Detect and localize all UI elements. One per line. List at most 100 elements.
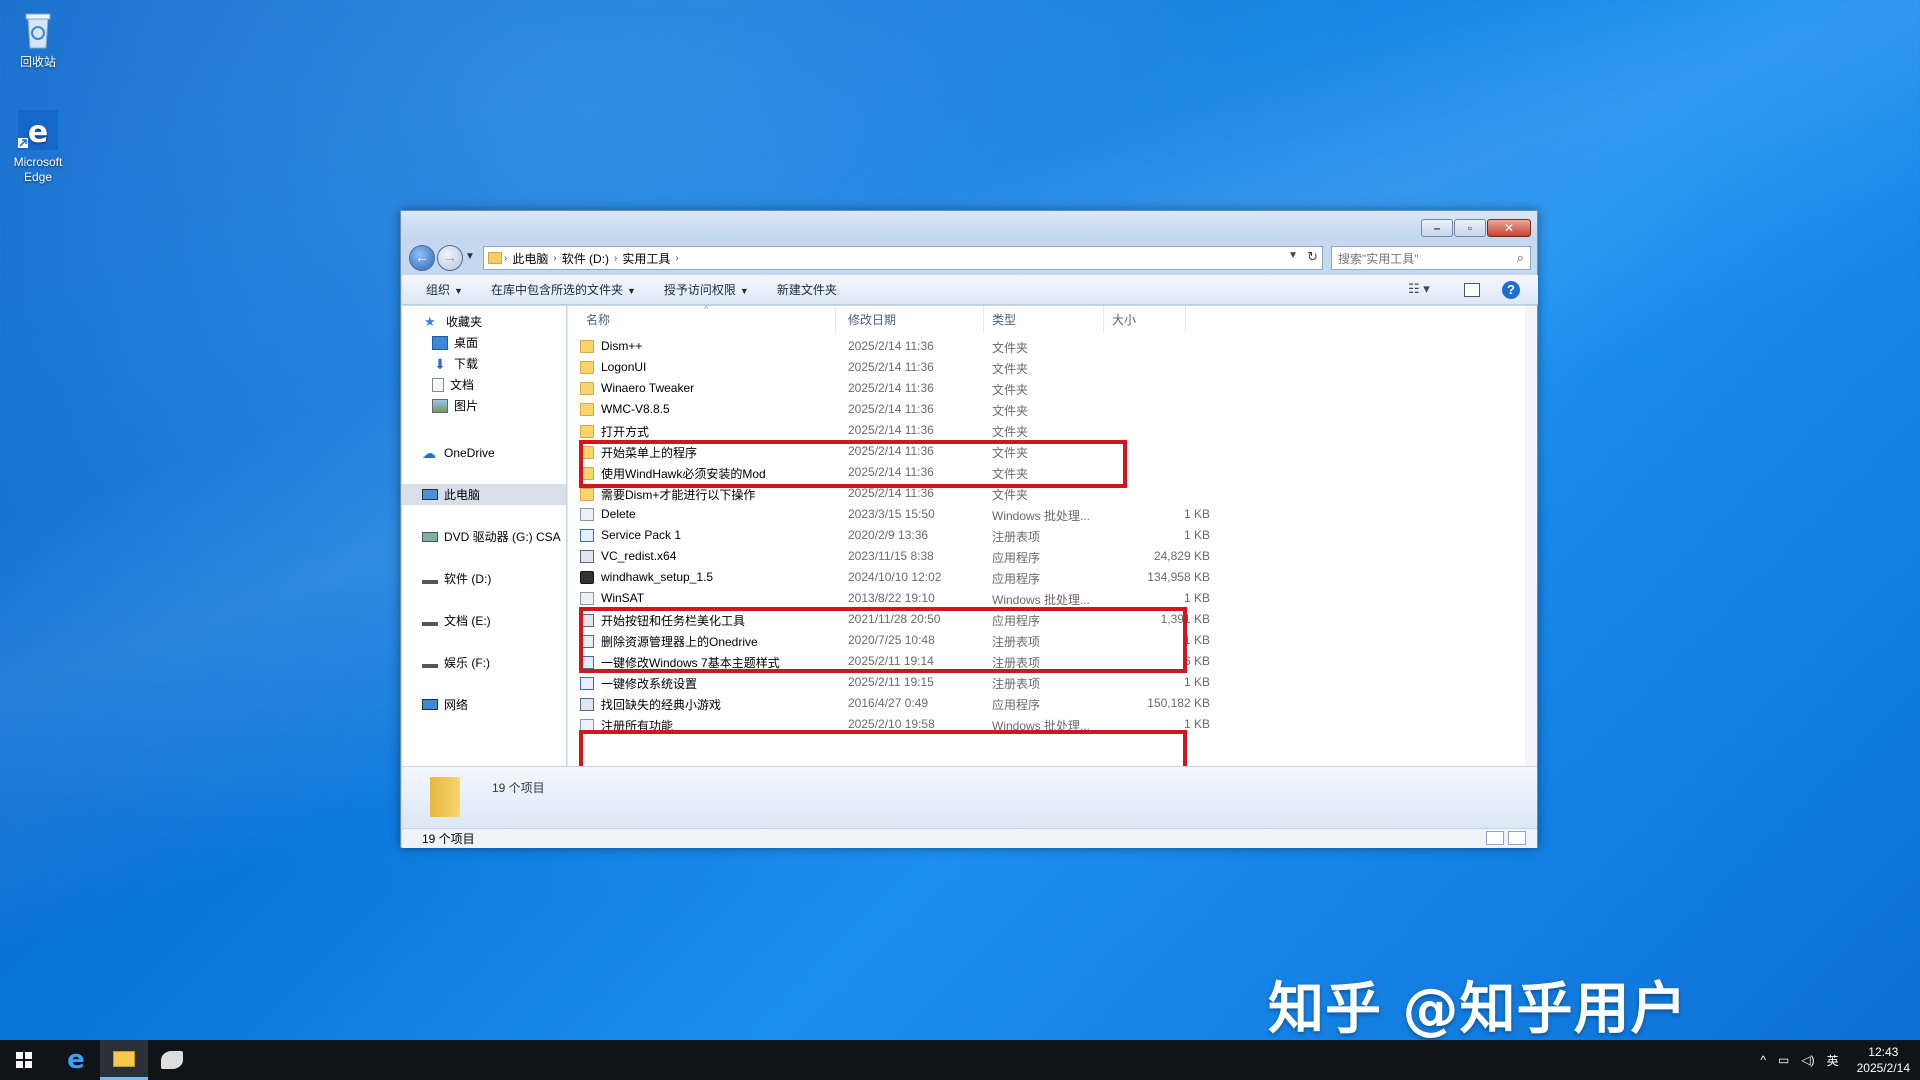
details-view-icon[interactable] (1486, 831, 1504, 845)
back-button[interactable]: ← (409, 245, 435, 271)
desktop-icon-edge[interactable]: e Microsoft Edge (0, 108, 76, 185)
clock[interactable]: 12:43 2025/2/14 (1857, 1044, 1910, 1076)
sidebar-item-network[interactable]: 网络 (402, 694, 566, 715)
file-name: 找回缺失的经典小游戏 (601, 698, 722, 712)
maximize-icon: ▫ (1467, 221, 1473, 235)
breadcrumb-drive-d[interactable]: 软件 (D:) (562, 250, 609, 267)
chevron-up-icon[interactable]: ^ (1760, 1053, 1766, 1067)
grant-access-button[interactable]: 授予访问权限 ▼ (664, 281, 749, 298)
chevron-right-icon[interactable]: › (675, 253, 678, 264)
file-row[interactable]: 开始按钮和任务栏美化工具 2021/11/28 20:50 应用程序 1,391 KB (568, 609, 1210, 630)
details-item-count: 19 个项目 (492, 781, 545, 795)
file-row[interactable]: Dism++ 2025/2/14 11:36 文件夹 (568, 336, 1188, 357)
sidebar-item-drive-f[interactable]: 娱乐 (F:) (402, 652, 566, 673)
file-row[interactable]: WinSAT 2013/8/22 19:10 Windows 批处理... 1 KB (568, 588, 1210, 609)
file-row[interactable]: Winaero Tweaker 2025/2/14 11:36 文件夹 (568, 378, 1188, 399)
start-button[interactable] (0, 1040, 48, 1080)
system-tray: ^ ▭ ◁) 英 12:43 2025/2/14 (1748, 1040, 1910, 1080)
taskbar-file-explorer[interactable] (100, 1040, 148, 1080)
new-folder-button[interactable]: 新建文件夹 (777, 281, 837, 298)
column-header-type[interactable]: 类型 (986, 306, 1104, 332)
maximize-button[interactable]: ▫ (1454, 219, 1486, 237)
refresh-icon[interactable]: ↻ (1307, 249, 1318, 265)
column-header-date[interactable]: 修改日期 (842, 306, 984, 332)
file-type: Windows 批处理... (992, 593, 1091, 607)
folder-file-icon (580, 381, 594, 395)
forward-button[interactable]: → (437, 245, 463, 271)
file-row[interactable]: 打开方式 2025/2/14 11:36 文件夹 (568, 420, 1188, 441)
breadcrumb-this-pc[interactable]: 此电脑 (512, 250, 548, 267)
file-name-cell: Dism++ (580, 339, 830, 353)
file-date: 2025/2/14 11:36 (848, 444, 934, 458)
input-language[interactable]: 英 (1827, 1052, 1839, 1069)
chevron-right-icon[interactable]: › (553, 253, 556, 264)
file-size: 1 KB (1183, 633, 1210, 647)
file-row[interactable]: windhawk_setup_1.5 2024/10/10 12:02 应用程序 13… (568, 567, 1210, 588)
sidebar-item-onedrive[interactable]: ☁ OneDrive (402, 442, 566, 463)
bat-file-icon (580, 591, 594, 605)
large-icons-view-icon[interactable] (1508, 831, 1526, 845)
sidebar-item-documents[interactable]: 文档 (402, 374, 566, 395)
view-options-icon[interactable]: ☷ ▾ (1408, 281, 1430, 297)
recent-locations-dropdown[interactable]: ▼ (465, 251, 475, 262)
include-in-library-button[interactable]: 在库中包含所选的文件夹 ▼ (491, 281, 636, 298)
sidebar-item-downloads[interactable]: ⬇ 下载 (402, 353, 566, 374)
file-date: 2023/3/15 15:50 (848, 507, 935, 521)
volume-icon[interactable]: ◁) (1801, 1053, 1814, 1067)
sidebar-item-desktop[interactable]: 桌面 (402, 332, 566, 353)
file-row[interactable]: 找回缺失的经典小游戏 2016/4/27 0:49 应用程序 150,182 KB (568, 693, 1210, 714)
chevron-right-icon[interactable]: › (504, 253, 507, 264)
close-button[interactable]: ✕ (1487, 219, 1531, 237)
address-bar[interactable]: › 此电脑 › 软件 (D:) › 实用工具 › ▼ ↻ (483, 246, 1323, 270)
file-row[interactable]: VC_redist.x64 2023/11/15 8:38 应用程序 24,829 K… (568, 546, 1210, 567)
preview-pane-icon[interactable] (1464, 283, 1480, 297)
title-bar[interactable]: – ▫ ✕ (401, 211, 1537, 241)
file-row[interactable]: 需要Dism+才能进行以下操作 2025/2/14 11:36 文件夹 (568, 483, 1188, 504)
file-name-cell: Winaero Tweaker (580, 381, 830, 395)
file-name: Delete (601, 507, 636, 521)
folder-file-icon (580, 360, 594, 374)
search-icon[interactable]: ⌕ (1517, 250, 1524, 266)
file-row[interactable]: 使用WindHawk必须安装的Mod 2025/2/14 11:36 文件夹 (568, 462, 1188, 483)
file-row[interactable]: 一键修改系统设置 2025/2/11 19:15 注册表项 1 KB (568, 672, 1210, 693)
taskbar-app[interactable] (148, 1040, 196, 1080)
file-row[interactable]: 开始菜单上的程序 2025/2/14 11:36 文件夹 (568, 441, 1188, 462)
sidebar-item-drive-e[interactable]: 文档 (E:) (402, 610, 566, 631)
desktop-icon-recycle-bin[interactable]: 回收站 (0, 8, 76, 70)
chevron-right-icon[interactable]: › (614, 253, 617, 264)
chevron-down-icon[interactable]: ▼ (1288, 250, 1298, 261)
search-input[interactable]: 搜索"实用工具" ⌕ (1331, 246, 1531, 270)
vertical-scrollbar[interactable] (1525, 306, 1537, 766)
network-icon[interactable]: ▭ (1778, 1053, 1789, 1067)
sidebar-item-favorites[interactable]: ★ 收藏夹 (402, 311, 566, 332)
file-row[interactable]: LogonUI 2025/2/14 11:36 文件夹 (568, 357, 1188, 378)
arrow-right-icon: → (443, 249, 457, 265)
file-name-cell: 一键修改系统设置 (580, 675, 830, 692)
file-size: 1,391 KB (1160, 612, 1210, 626)
breadcrumb-tools[interactable]: 实用工具 (622, 250, 670, 267)
column-header-name[interactable]: 名称 ^ (568, 304, 836, 332)
column-header-size[interactable]: 大小 (1106, 306, 1186, 332)
include-in-library-label: 在库中包含所选的文件夹 (490, 283, 623, 297)
file-row[interactable]: 注册所有功能 2025/2/10 19:58 Windows 批处理... 1 KB (568, 714, 1210, 735)
status-item-count: 19 个项目 (422, 832, 475, 846)
folder-file-icon (580, 339, 594, 353)
minimize-button[interactable]: – (1421, 219, 1453, 237)
file-row[interactable]: Delete 2023/3/15 15:50 Windows 批处理... 1 KB (568, 504, 1210, 525)
status-bar: 19 个项目 (402, 828, 1537, 848)
sidebar-item-drive-d[interactable]: 软件 (D:) (402, 568, 566, 589)
file-size: 1 KB (1183, 507, 1210, 521)
file-row[interactable]: 一键修改Windows 7基本主题样式 2025/2/11 19:14 注册表项 6 … (568, 651, 1210, 672)
help-icon[interactable]: ? (1502, 281, 1520, 299)
exe-file-icon (580, 549, 594, 563)
explorer-window: – ▫ ✕ ← → ▼ › 此电脑 › 软件 (D:) › 实用工具 › ▼ ↻… (400, 210, 1538, 848)
folder-icon (113, 1050, 135, 1067)
file-row[interactable]: 删除资源管理器上的Onedrive 2020/7/25 10:48 注册表项 1 KB (568, 630, 1210, 651)
sidebar-item-this-pc[interactable]: 此电脑 (402, 484, 566, 505)
organize-button[interactable]: 组织 ▼ (426, 281, 463, 298)
file-row[interactable]: Service Pack 1 2020/2/9 13:36 注册表项 1 KB (568, 525, 1210, 546)
sidebar-item-dvd[interactable]: DVD 驱动器 (G:) CSA (402, 526, 566, 547)
file-row[interactable]: WMC-V8.8.5 2025/2/14 11:36 文件夹 (568, 399, 1188, 420)
taskbar-edge[interactable]: e (52, 1040, 100, 1080)
sidebar-item-pictures[interactable]: 图片 (402, 395, 566, 416)
